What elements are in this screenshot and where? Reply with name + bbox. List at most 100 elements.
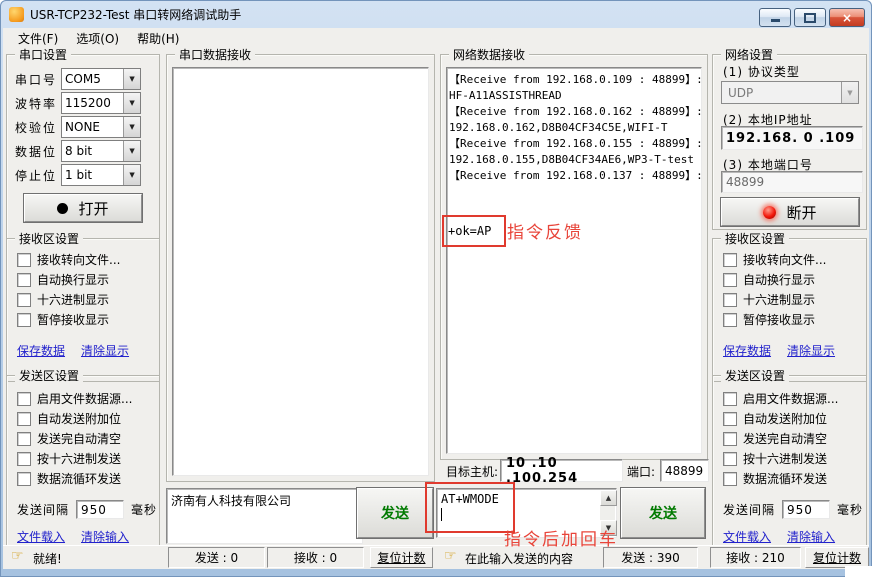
recv-right-option-wrap[interactable]: 自动换行显示 <box>723 272 866 287</box>
checkbox-icon[interactable] <box>723 412 737 426</box>
checkbox-icon[interactable] <box>723 273 737 287</box>
send-interval-unit: 毫秒 <box>837 501 863 518</box>
protocol-select[interactable]: UDP ▼ <box>721 81 859 104</box>
send-interval-input[interactable]: 950 <box>76 500 124 519</box>
checkbox-label: 数据流循环发送 <box>743 470 827 487</box>
baud-rate-select[interactable]: 115200 ▼ <box>61 92 141 114</box>
client-area: 串口设置 串口号 COM5 ▼ 波特率 115200 ▼ 校验位 NONE <box>3 48 869 545</box>
network-recv-textarea[interactable]: 【Receive from 192.168.0.109 : 48899】: HF… <box>446 67 702 454</box>
desktop-corner <box>845 566 872 577</box>
checkbox-icon[interactable] <box>17 412 31 426</box>
checkbox-icon[interactable] <box>17 313 31 327</box>
dropdown-arrow-icon[interactable]: ▼ <box>123 141 140 161</box>
send-left-option-append[interactable]: 自动发送附加位 <box>17 411 159 426</box>
recv-left-option-redirect[interactable]: 接收转向文件... <box>17 252 159 267</box>
checkbox-label: 发送完自动清空 <box>743 430 827 447</box>
stop-bits-row: 停止位 1 bit ▼ <box>15 165 159 185</box>
checkbox-icon[interactable] <box>723 253 737 267</box>
send-right-option-autoclear[interactable]: 发送完自动清空 <box>723 431 866 446</box>
send-right-option-loop[interactable]: 数据流循环发送 <box>723 471 866 486</box>
dropdown-arrow-icon[interactable]: ▼ <box>123 165 140 185</box>
send-right-option-filesource[interactable]: 启用文件数据源... <box>723 391 866 406</box>
checkbox-icon[interactable] <box>723 313 737 327</box>
send-right-option-append[interactable]: 自动发送附加位 <box>723 411 866 426</box>
clear-display-link[interactable]: 清除显示 <box>81 342 129 359</box>
load-file-link[interactable]: 文件载入 <box>723 528 771 545</box>
disconnect-button[interactable]: 断开 <box>721 198 859 226</box>
checkbox-icon[interactable] <box>723 472 737 486</box>
target-port-input[interactable]: 48899 <box>660 459 709 482</box>
title-bar[interactable]: USR-TCP232-Test 串口转网络调试助手 × <box>0 0 872 28</box>
recv-left-option-wrap[interactable]: 自动换行显示 <box>17 272 159 287</box>
close-button[interactable]: × <box>829 8 865 27</box>
checkbox-icon[interactable] <box>17 392 31 406</box>
checkbox-icon[interactable] <box>17 293 31 307</box>
save-data-link[interactable]: 保存数据 <box>723 342 771 359</box>
clear-input-link[interactable]: 清除输入 <box>81 528 129 545</box>
serial-send-textarea[interactable]: 济南有人科技有限公司 <box>166 488 363 544</box>
serial-recv-title: 串口数据接收 <box>175 46 255 63</box>
recv-right-option-hex[interactable]: 十六进制显示 <box>723 292 866 307</box>
status-tx-right-text: 发送 : 390 <box>621 549 680 566</box>
send-left-option-filesource[interactable]: 启用文件数据源... <box>17 391 159 406</box>
checkbox-icon[interactable] <box>723 293 737 307</box>
send-right-option-hexsend[interactable]: 按十六进制发送 <box>723 451 866 466</box>
connected-led-icon <box>763 206 776 219</box>
send-interval-input[interactable]: 950 <box>782 500 830 519</box>
checkbox-label: 十六进制显示 <box>743 291 815 308</box>
baud-rate-label: 波特率 <box>15 95 57 112</box>
reset-count-right-button[interactable]: 复位计数 <box>805 547 869 568</box>
target-host-input[interactable]: 10 .10 .100.254 <box>500 459 623 482</box>
baud-rate-value: 115200 <box>62 96 123 110</box>
stop-bits-select[interactable]: 1 bit ▼ <box>61 164 141 186</box>
checkbox-icon[interactable] <box>17 253 31 267</box>
send-left-option-autoclear[interactable]: 发送完自动清空 <box>17 431 159 446</box>
checkbox-icon[interactable] <box>723 392 737 406</box>
send-left-option-loop[interactable]: 数据流循环发送 <box>17 471 159 486</box>
load-file-link[interactable]: 文件载入 <box>17 528 65 545</box>
status-bar: ☞ 就绪! 发送 : 0 接收 : 0 复位计数 ☞ 在此输入发送的内容 发送 … <box>3 545 869 569</box>
clear-display-link[interactable]: 清除显示 <box>787 342 835 359</box>
checkbox-icon[interactable] <box>723 432 737 446</box>
network-send-button[interactable]: 发送 <box>621 488 705 538</box>
dropdown-arrow-icon[interactable]: ▼ <box>123 117 140 137</box>
serial-recv-textarea[interactable] <box>172 67 429 476</box>
checkbox-label: 自动发送附加位 <box>743 410 827 427</box>
checkbox-icon[interactable] <box>17 273 31 287</box>
checkbox-label: 暂停接收显示 <box>743 311 815 328</box>
dropdown-arrow-icon[interactable]: ▼ <box>123 69 140 89</box>
serial-settings-group: 串口设置 串口号 COM5 ▼ 波特率 115200 ▼ 校验位 NONE <box>6 54 160 240</box>
scroll-up-icon[interactable]: ▲ <box>600 490 617 506</box>
parity-select[interactable]: NONE ▼ <box>61 116 141 138</box>
local-port-input[interactable]: 48899 <box>721 171 863 193</box>
send-settings-right-group: 发送区设置 启用文件数据源... 自动发送附加位 发送完自动清空 按十六进制发送… <box>712 375 867 559</box>
data-bits-select[interactable]: 8 bit ▼ <box>61 140 141 162</box>
clear-input-link[interactable]: 清除输入 <box>787 528 835 545</box>
serial-port-row: 串口号 COM5 ▼ <box>15 69 159 89</box>
closed-led-icon <box>57 203 68 214</box>
checkbox-label: 接收转向文件... <box>37 251 120 268</box>
app-window: USR-TCP232-Test 串口转网络调试助手 × 文件(F) 选项(O) … <box>0 0 872 577</box>
checkbox-icon[interactable] <box>17 452 31 466</box>
status-ready: 就绪! <box>33 550 62 567</box>
recv-right-option-pause[interactable]: 暂停接收显示 <box>723 312 866 327</box>
maximize-button[interactable] <box>794 8 826 27</box>
save-data-link[interactable]: 保存数据 <box>17 342 65 359</box>
reset-count-left-button[interactable]: 复位计数 <box>370 547 433 568</box>
checkbox-icon[interactable] <box>17 472 31 486</box>
recv-left-option-hex[interactable]: 十六进制显示 <box>17 292 159 307</box>
baud-rate-row: 波特率 115200 ▼ <box>15 93 159 113</box>
send-interval-right-row: 发送间隔 950 毫秒 <box>723 500 866 519</box>
serial-port-select[interactable]: COM5 ▼ <box>61 68 141 90</box>
minimize-button[interactable] <box>759 8 791 27</box>
local-ip-input[interactable]: 192.168. 0 .109 <box>721 126 863 150</box>
open-serial-button[interactable]: 打开 <box>24 194 142 222</box>
menu-options[interactable]: 选项(O) <box>67 28 128 49</box>
recv-right-option-redirect[interactable]: 接收转向文件... <box>723 252 866 267</box>
recv-left-option-pause[interactable]: 暂停接收显示 <box>17 312 159 327</box>
dropdown-arrow-icon[interactable]: ▼ <box>123 93 140 113</box>
checkbox-icon[interactable] <box>723 452 737 466</box>
send-left-option-hexsend[interactable]: 按十六进制发送 <box>17 451 159 466</box>
serial-send-button[interactable]: 发送 <box>357 488 433 538</box>
checkbox-icon[interactable] <box>17 432 31 446</box>
